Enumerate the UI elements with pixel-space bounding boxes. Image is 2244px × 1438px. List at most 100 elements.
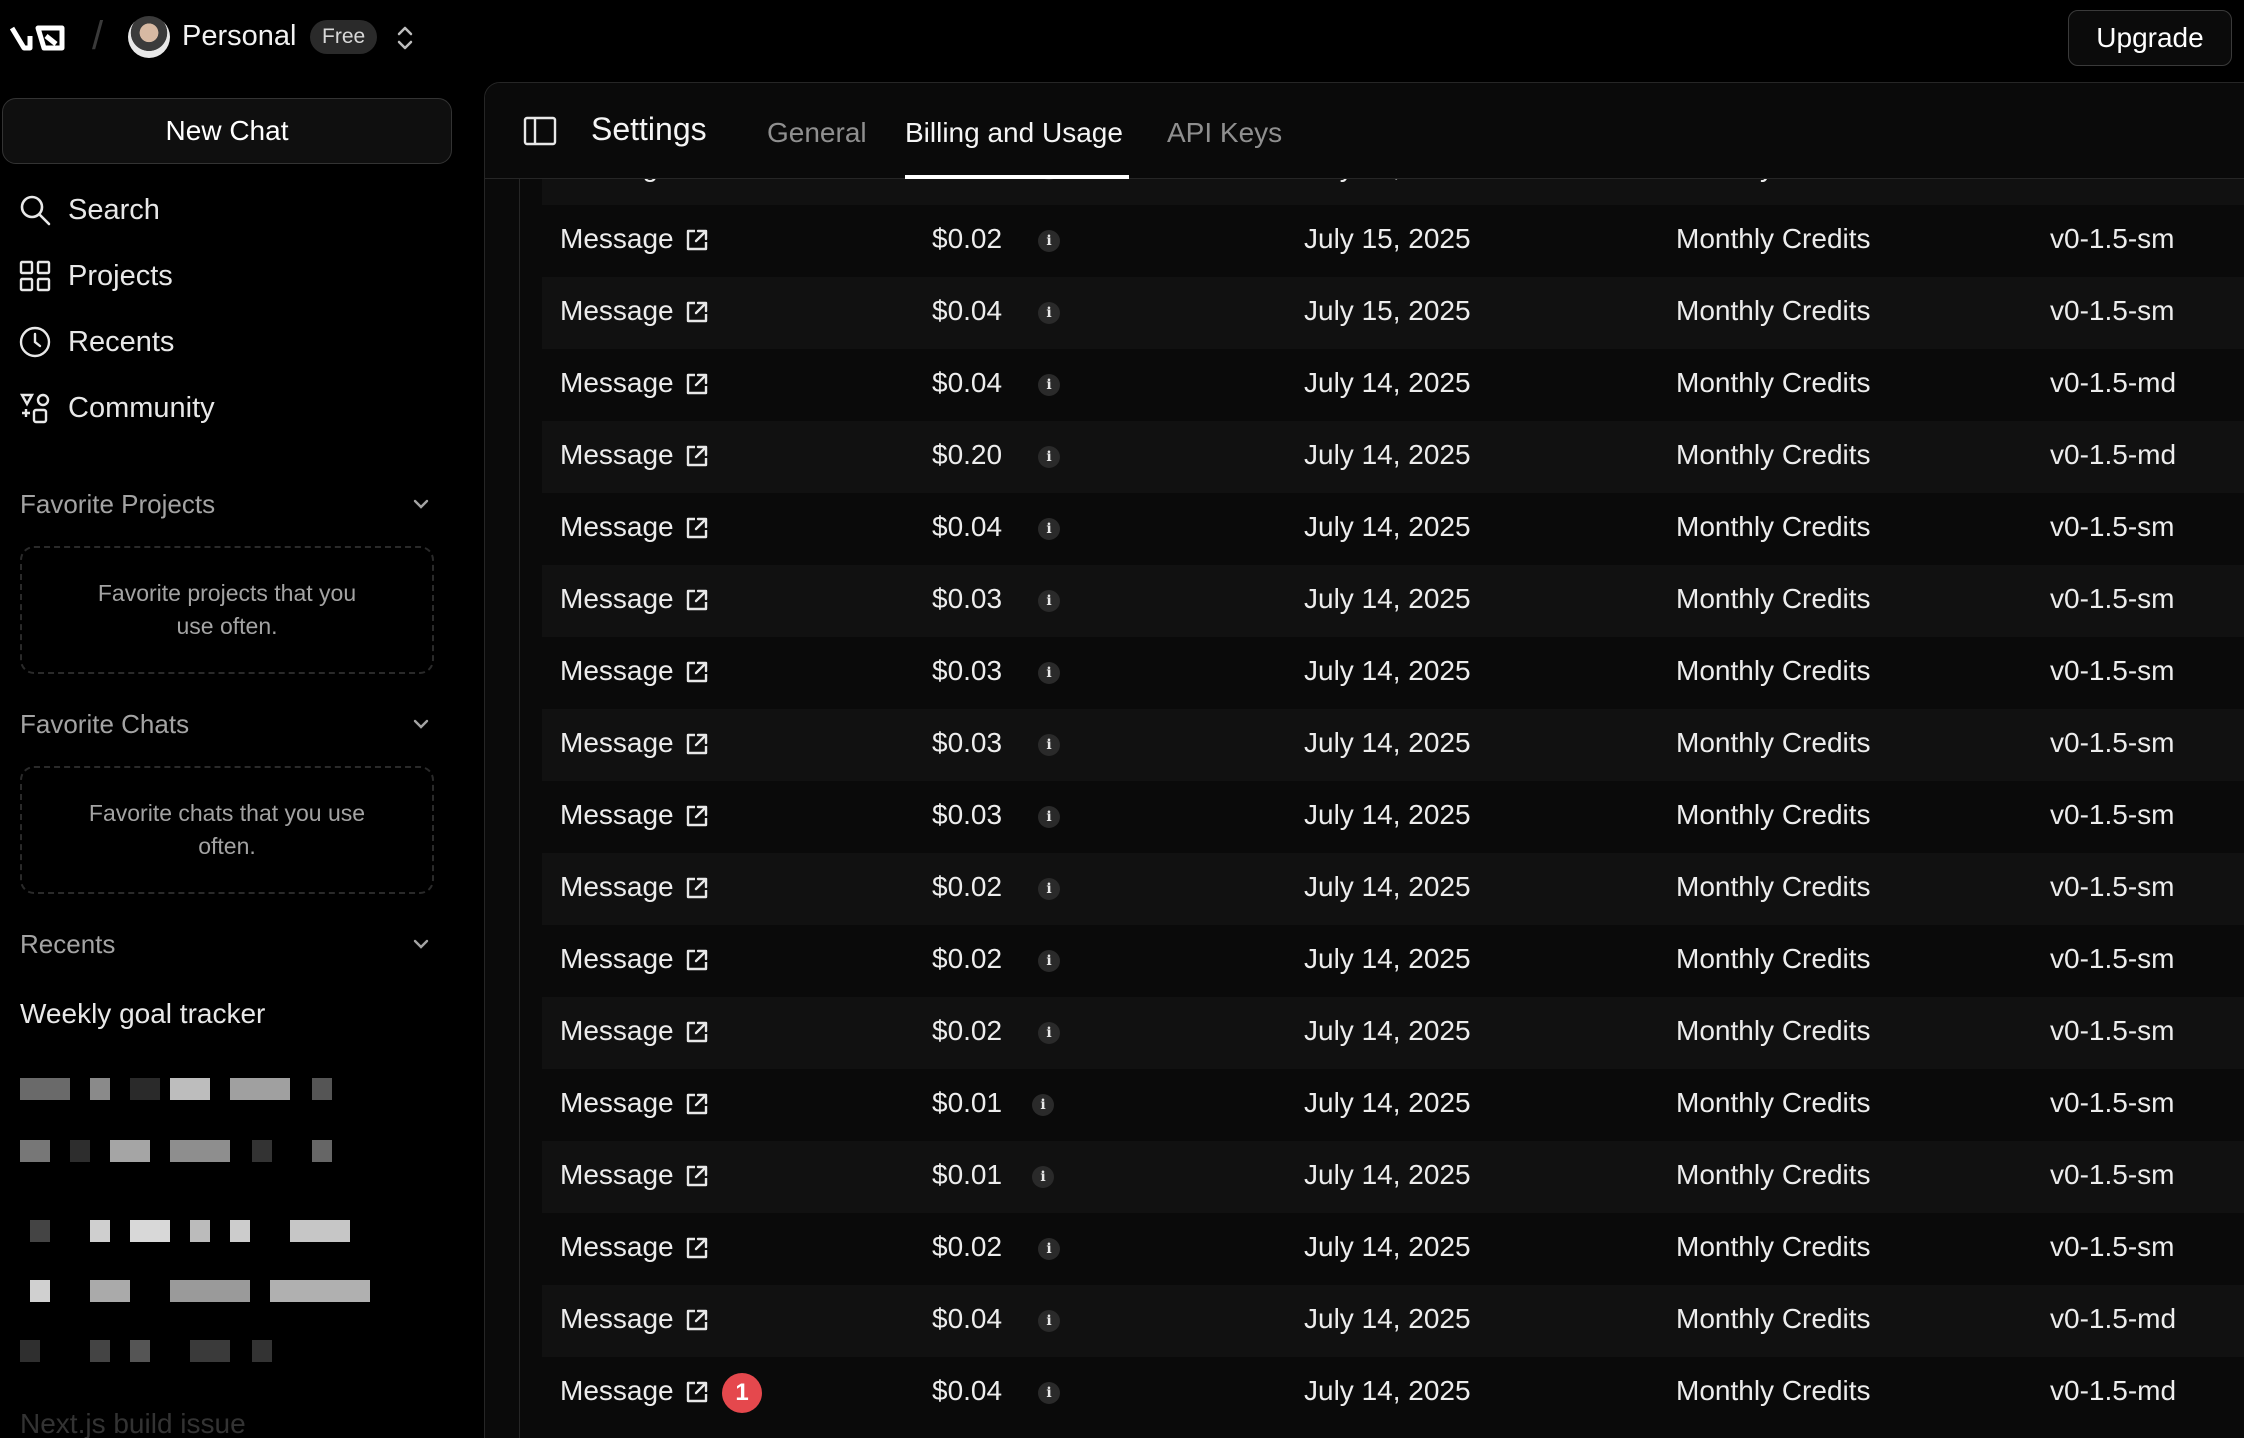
settings-panel: Settings General Billing and Usage API K… — [484, 82, 2244, 1438]
info-icon[interactable]: i — [1038, 1310, 1060, 1332]
recent-chat-item[interactable]: Weekly goal tracker — [20, 998, 265, 1030]
info-icon[interactable]: i — [1038, 806, 1060, 828]
v0-logo-icon[interactable] — [10, 22, 70, 54]
external-link-icon[interactable] — [684, 659, 710, 685]
table-row: Message $0.03 i July 14, 2025 Monthly Credit… — [542, 637, 2244, 709]
usage-model: v0-1.5-sm — [2050, 1015, 2175, 1046]
favorite-chats-header[interactable]: Favorite Chats — [20, 704, 432, 744]
info-icon[interactable]: i — [1038, 1238, 1060, 1260]
external-link-icon[interactable] — [684, 371, 710, 397]
external-link-icon[interactable] — [684, 1019, 710, 1045]
info-icon[interactable]: i — [1038, 950, 1060, 972]
external-link-icon[interactable] — [684, 1091, 710, 1117]
info-icon[interactable]: i — [1038, 374, 1060, 396]
workspace-name[interactable]: Personal — [182, 20, 296, 53]
usage-type-link[interactable]: Message — [560, 799, 674, 831]
sidebar-item-community[interactable]: Community — [18, 386, 448, 430]
info-icon[interactable]: i — [1038, 518, 1060, 540]
external-link-icon[interactable] — [684, 179, 710, 181]
sidebar-item-search[interactable]: Search — [18, 188, 448, 232]
table-row: Message $0.20 i July 14, 2025 Monthly Credit… — [542, 421, 2244, 493]
usage-type-link[interactable]: Message — [560, 943, 674, 975]
info-icon[interactable]: i — [1038, 590, 1060, 612]
info-icon[interactable]: i — [1038, 734, 1060, 756]
redacted-recent-item[interactable] — [20, 1140, 340, 1162]
sidebar-item-projects[interactable]: Projects — [18, 254, 448, 298]
usage-type-link[interactable]: Message — [560, 1015, 674, 1047]
sidebar-item-label: Community — [68, 391, 215, 424]
table-row: Message $0.04 i July 14, 2025 Monthly Credit… — [542, 349, 2244, 421]
usage-source: Monthly Credits — [1676, 943, 1871, 974]
tab-general[interactable]: General — [767, 117, 867, 149]
info-icon[interactable]: i — [1032, 1094, 1054, 1116]
usage-source: Monthly Credits — [1676, 223, 1871, 254]
usage-type-link[interactable]: Message — [560, 439, 674, 471]
usage-amount: $0.02 — [932, 871, 1003, 902]
table-row: Message $0.03 i July 15, 2025 Monthly Credit… — [542, 179, 2244, 205]
external-link-icon[interactable] — [684, 515, 710, 541]
redacted-recent-item[interactable] — [20, 1078, 340, 1100]
usage-type-link[interactable]: Message — [560, 1159, 674, 1191]
usage-amount: $0.04 — [932, 295, 1003, 326]
external-link-icon[interactable] — [684, 875, 710, 901]
usage-model: v0-1.5-sm — [2050, 1159, 2175, 1190]
usage-model: v0-1.5-sm — [2050, 943, 2175, 974]
external-link-icon[interactable] — [684, 299, 710, 325]
sidebar-toggle-icon[interactable] — [523, 115, 557, 147]
usage-type-link[interactable]: Message — [560, 1231, 674, 1263]
chevron-down-icon[interactable] — [410, 493, 432, 515]
info-icon[interactable]: i — [1038, 1022, 1060, 1044]
external-link-icon[interactable] — [684, 803, 710, 829]
external-link-icon[interactable] — [684, 227, 710, 253]
tab-billing-and-usage[interactable]: Billing and Usage — [905, 117, 1123, 149]
usage-type-link[interactable]: Message — [560, 727, 674, 759]
usage-type-link[interactable]: Message — [560, 179, 674, 183]
avatar[interactable] — [128, 16, 170, 58]
usage-type-link[interactable]: Message — [560, 655, 674, 687]
tab-api-keys[interactable]: API Keys — [1167, 117, 1282, 149]
info-icon[interactable]: i — [1038, 230, 1060, 252]
usage-type-link[interactable]: Message — [560, 1087, 674, 1119]
external-link-icon[interactable] — [684, 731, 710, 757]
recents-header[interactable]: Recents — [20, 924, 432, 964]
external-link-icon[interactable] — [684, 1379, 710, 1405]
redacted-recent-item[interactable] — [20, 1220, 360, 1242]
chevron-up-down-icon[interactable] — [392, 22, 418, 54]
redacted-recent-item[interactable] — [20, 1340, 340, 1362]
usage-type-link[interactable]: Message — [560, 511, 674, 543]
chevron-down-icon[interactable] — [410, 713, 432, 735]
usage-model: v0-1.5-sm — [2050, 655, 2175, 686]
info-icon[interactable]: i — [1038, 179, 1060, 180]
new-chat-button[interactable]: New Chat — [2, 98, 452, 164]
info-icon[interactable]: i — [1038, 1382, 1060, 1404]
sidebar-item-recents[interactable]: Recents — [18, 320, 448, 364]
info-icon[interactable]: i — [1038, 446, 1060, 468]
notification-badge[interactable]: 1 — [722, 1373, 762, 1413]
usage-table: Message $0.03 i July 15, 2025 Monthly Credit… — [519, 179, 2244, 1438]
usage-type-link[interactable]: Message — [560, 871, 674, 903]
usage-type-link[interactable]: Message — [560, 583, 674, 615]
redacted-recent-item[interactable] — [20, 1280, 380, 1302]
usage-type-link[interactable]: Message — [560, 367, 674, 399]
info-icon[interactable]: i — [1038, 662, 1060, 684]
upgrade-button[interactable]: Upgrade — [2068, 10, 2232, 66]
usage-type-link[interactable]: Message — [560, 223, 674, 255]
external-link-icon[interactable] — [684, 1307, 710, 1333]
external-link-icon[interactable] — [684, 1163, 710, 1189]
favorite-projects-header[interactable]: Favorite Projects — [20, 484, 432, 524]
usage-amount: $0.04 — [932, 1303, 1003, 1334]
usage-model: v0-1.5-sm — [2050, 295, 2175, 326]
info-icon[interactable]: i — [1038, 302, 1060, 324]
external-link-icon[interactable] — [684, 1235, 710, 1261]
usage-type-link[interactable]: Message — [560, 1375, 674, 1407]
external-link-icon[interactable] — [684, 587, 710, 613]
chevron-down-icon[interactable] — [410, 933, 432, 955]
external-link-icon[interactable] — [684, 443, 710, 469]
recent-chat-item[interactable]: Next.js build issue — [20, 1408, 246, 1438]
external-link-icon[interactable] — [684, 947, 710, 973]
usage-amount: $0.03 — [932, 799, 1003, 830]
usage-type-link[interactable]: Message — [560, 1303, 674, 1335]
info-icon[interactable]: i — [1038, 878, 1060, 900]
usage-type-link[interactable]: Message — [560, 295, 674, 327]
info-icon[interactable]: i — [1032, 1166, 1054, 1188]
